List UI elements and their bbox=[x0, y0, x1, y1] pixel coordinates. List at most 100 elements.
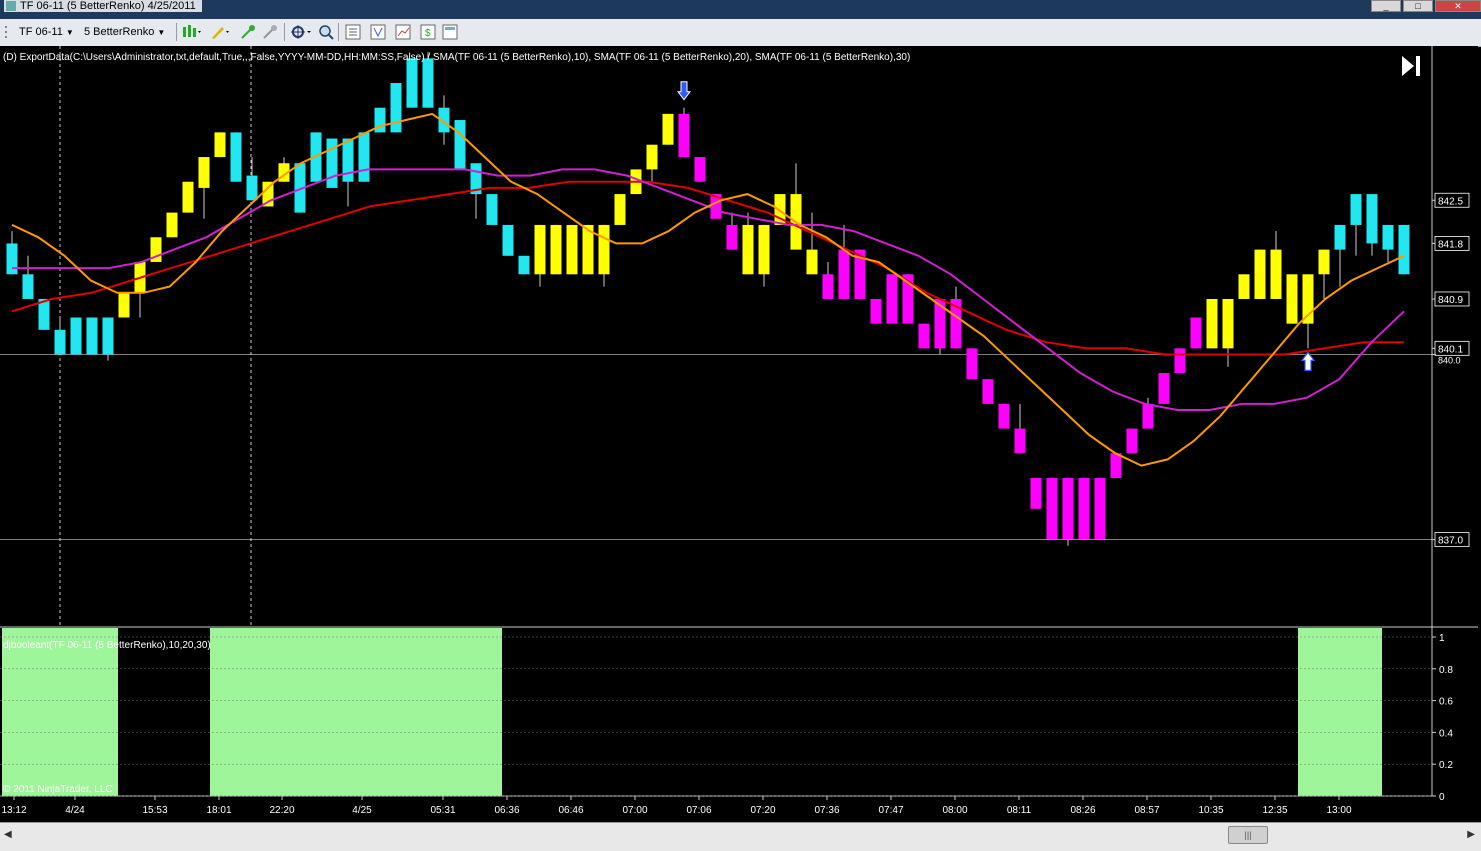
toolbar-divider bbox=[176, 23, 177, 41]
time-axis-label: 22:20 bbox=[269, 805, 294, 816]
candle-body bbox=[1206, 298, 1218, 349]
candle-body bbox=[198, 157, 210, 188]
candle-body bbox=[1046, 477, 1058, 540]
candle-body bbox=[1238, 274, 1250, 299]
svg-text:$: $ bbox=[425, 28, 431, 39]
crosshair-icon[interactable] bbox=[290, 24, 311, 40]
chevron-down-icon: ▼ bbox=[65, 28, 74, 37]
candle-body bbox=[1382, 224, 1394, 250]
sub-axis-label: 0.6 bbox=[1439, 697, 1453, 708]
toolbar-divider bbox=[338, 23, 339, 41]
scroll-end-bar bbox=[1416, 56, 1420, 76]
candle-body bbox=[102, 317, 114, 355]
price-axis-label: 837.0 bbox=[1438, 536, 1463, 547]
time-axis-label: 13:00 bbox=[1326, 805, 1351, 816]
candle-body bbox=[1014, 428, 1026, 454]
candle-body bbox=[918, 323, 930, 349]
candle-body bbox=[1286, 274, 1298, 324]
time-axis-label: 13:12 bbox=[1, 805, 26, 816]
indicator-caption: (D) ExportData(C:\Users\Administrator,tx… bbox=[3, 52, 911, 63]
add-indicator-icon[interactable] bbox=[240, 24, 256, 40]
window-panel-icon[interactable] bbox=[442, 24, 458, 40]
candle-body bbox=[982, 379, 994, 404]
candle-body bbox=[966, 348, 978, 380]
candle-body bbox=[70, 317, 82, 355]
toolbar-divider bbox=[284, 23, 285, 41]
window-titlebar: TF 06-11 (5 BetterRenko) 4/25/2011 _ □ ✕ bbox=[0, 0, 1481, 19]
time-axis-label: 05:31 bbox=[430, 805, 455, 816]
price-axis-label: 840.9 bbox=[1438, 295, 1463, 306]
candle-body bbox=[1174, 348, 1186, 374]
candle-body bbox=[742, 224, 754, 275]
dollar-icon[interactable]: $ bbox=[420, 24, 436, 40]
app-icon bbox=[6, 1, 16, 11]
candle-body bbox=[534, 224, 546, 275]
candle-body bbox=[358, 132, 370, 182]
candle-body bbox=[1254, 249, 1266, 299]
minimize-button[interactable]: _ bbox=[1371, 0, 1401, 12]
boolean-area-segment bbox=[1298, 628, 1382, 796]
candle-body bbox=[758, 224, 770, 275]
close-button[interactable]: ✕ bbox=[1435, 0, 1481, 12]
instrument-selector[interactable]: TF 06-11 ▼ bbox=[19, 24, 74, 40]
chart-style-icon[interactable] bbox=[182, 24, 201, 40]
candle-body bbox=[678, 113, 690, 158]
candle-body bbox=[806, 249, 818, 275]
boolean-area-segment bbox=[2, 628, 118, 796]
time-axis-label: 07:47 bbox=[878, 805, 903, 816]
price-chart-svg[interactable]: 1 0.8 0.6 0.4 0.2 0 842.5 841.8 840.9 840.1840.0 8… bbox=[0, 46, 1478, 822]
horizontal-scrollbar[interactable]: ◀ ||| ▶ bbox=[0, 822, 1481, 851]
sub-axis-label: 0 bbox=[1439, 792, 1445, 803]
time-axis-label: 08:26 bbox=[1070, 805, 1095, 816]
window-title-tab[interactable]: TF 06-11 (5 BetterRenko) 4/25/2011 bbox=[4, 0, 202, 12]
candle-body bbox=[1270, 249, 1282, 299]
sub-axis-label: 1 bbox=[1439, 633, 1445, 644]
candle-body bbox=[1366, 194, 1378, 244]
candle-body bbox=[822, 274, 834, 299]
time-axis-label: 15:53 bbox=[142, 805, 167, 816]
candle-body bbox=[998, 403, 1010, 429]
time-axis-label: 18:01 bbox=[206, 805, 231, 816]
time-axis-label: 10:35 bbox=[1198, 805, 1223, 816]
price-axis-label: 840.1 bbox=[1438, 344, 1463, 355]
zoom-icon[interactable] bbox=[318, 24, 334, 40]
drawing-tool-icon[interactable] bbox=[210, 24, 229, 40]
candle-body bbox=[550, 224, 562, 275]
time-axis-label: 07:06 bbox=[686, 805, 711, 816]
scroll-thumb[interactable]: ||| bbox=[1228, 826, 1268, 844]
sma10-line bbox=[11, 112, 1405, 467]
candle-body bbox=[1334, 224, 1346, 250]
strategy-icon[interactable] bbox=[262, 24, 278, 40]
candle-body bbox=[1318, 249, 1330, 275]
period-selector[interactable]: 5 BetterRenko ▼ bbox=[84, 24, 165, 40]
candle-body bbox=[486, 194, 498, 225]
chart-toolbar: TF 06-11 ▼ 5 BetterRenko ▼ $ bbox=[0, 19, 1481, 47]
candle-body bbox=[566, 224, 578, 275]
properties-icon[interactable] bbox=[345, 24, 361, 40]
sub-panel-caption: djbooleant(TF 06-11 (5 BetterRenko),10,2… bbox=[3, 640, 211, 651]
time-axis-label: 07:20 bbox=[750, 805, 775, 816]
candle-body bbox=[870, 298, 882, 324]
scroll-right-icon[interactable]: ▶ bbox=[1467, 829, 1475, 840]
period-label: 5 BetterRenko bbox=[84, 26, 155, 38]
time-axis-label: 4/24 bbox=[65, 805, 85, 816]
candle-body bbox=[838, 249, 850, 299]
time-axis-label: 07:36 bbox=[814, 805, 839, 816]
scroll-left-icon[interactable]: ◀ bbox=[4, 829, 12, 840]
time-axis-label: 12:35 bbox=[1262, 805, 1287, 816]
window-controls: _ □ ✕ bbox=[1369, 0, 1481, 12]
candle-body bbox=[246, 175, 258, 201]
candle-body bbox=[1078, 477, 1090, 540]
price-axis-label: 840.0 bbox=[1438, 356, 1461, 366]
candle-body bbox=[1030, 477, 1042, 509]
chart-area[interactable]: 1 0.8 0.6 0.4 0.2 0 842.5 841.8 840.9 840.1 840.0 8… bbox=[0, 46, 1478, 822]
candle-body bbox=[22, 274, 34, 299]
candle-body bbox=[1350, 194, 1362, 225]
candle-body bbox=[6, 243, 18, 275]
candle-body bbox=[406, 58, 418, 108]
chart-template-icon[interactable] bbox=[395, 24, 411, 40]
data-box-icon[interactable] bbox=[370, 24, 386, 40]
candle-body bbox=[502, 224, 514, 256]
maximize-button[interactable]: □ bbox=[1403, 0, 1433, 12]
up-arrow-icon bbox=[1300, 351, 1316, 371]
